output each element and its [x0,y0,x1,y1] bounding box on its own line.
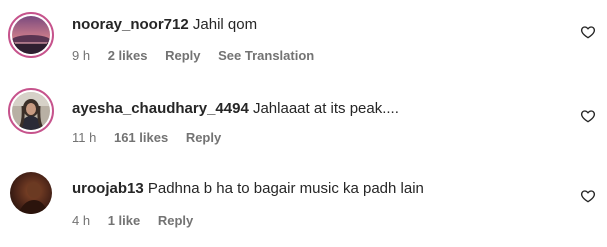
comment-text: Jahil qom [192,16,258,33]
comment-meta: 9 h 2 likes Reply See Translation [72,48,328,64]
comment-text: Jahlaaat at its peak.... [252,100,399,117]
comment-time[interactable]: 11 h [72,130,96,145]
comment-likes[interactable]: 161 likes [114,130,168,145]
comment-username[interactable]: nooray_noor712 [72,16,189,33]
comment-meta: 4 h 1 like Reply [72,213,207,229]
heart-outline-icon[interactable] [580,24,596,40]
see-translation-button[interactable]: See Translation [218,48,314,63]
heart-outline-icon[interactable] [580,108,596,124]
comment-text-line: ayesha_chaudhary_4494 Jahlaaat at its pe… [72,99,399,119]
comment-item: ayesha_chaudhary_4494 Jahlaaat at its pe… [0,82,607,160]
comment-username[interactable]: uroojab13 [72,180,144,197]
comment-likes[interactable]: 1 like [108,213,141,228]
avatar[interactable] [8,12,54,58]
reply-button[interactable]: Reply [158,213,193,228]
comment-text-line: nooray_noor712 Jahil qom [72,15,257,35]
comment-meta: 11 h 161 likes Reply [72,130,235,146]
comment-username[interactable]: ayesha_chaudhary_4494 [72,100,249,117]
avatar[interactable] [10,172,52,214]
comment-text: Padhna b ha to bagair music ka padh lain [147,180,424,197]
comment-item: uroojab13 Padhna b ha to bagair music ka… [0,164,607,242]
comment-time[interactable]: 4 h [72,213,90,228]
comment-time[interactable]: 9 h [72,48,90,63]
comment-text-line: uroojab13 Padhna b ha to bagair music ka… [72,179,424,199]
comment-likes[interactable]: 2 likes [108,48,148,63]
avatar[interactable] [8,88,54,134]
reply-button[interactable]: Reply [186,130,221,145]
comment-item: nooray_noor712 Jahil qom 9 h 2 likes Rep… [0,0,607,78]
heart-outline-icon[interactable] [580,188,596,204]
reply-button[interactable]: Reply [165,48,200,63]
